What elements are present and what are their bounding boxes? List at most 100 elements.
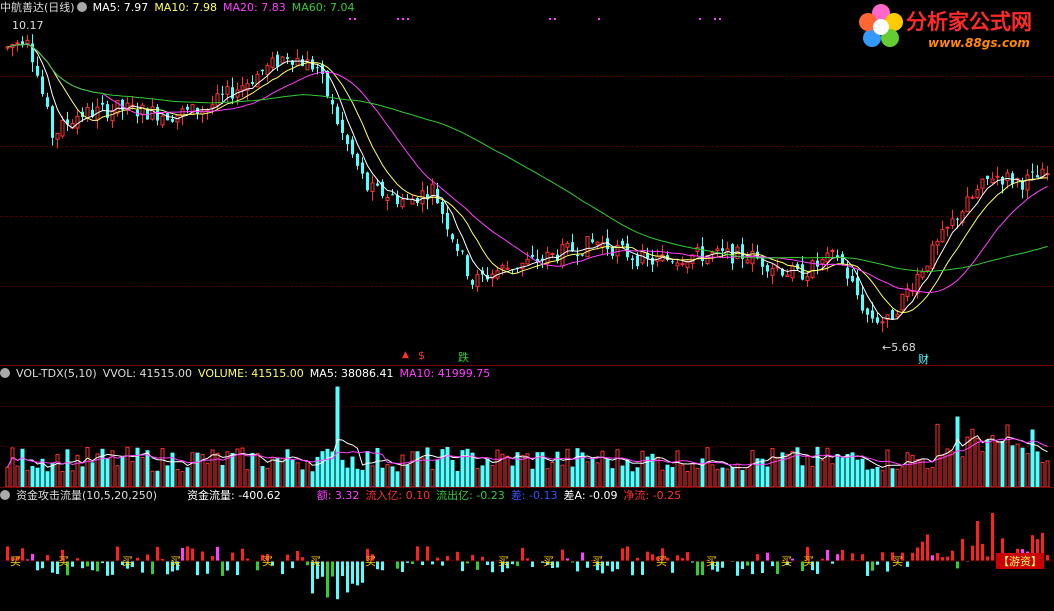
fund-flow-bar <box>236 561 239 576</box>
volume-bar <box>385 464 390 487</box>
fund-flow-bar <box>491 561 494 573</box>
volume-bar <box>695 467 700 487</box>
fund-flow-bar <box>946 556 949 561</box>
candle-body <box>110 110 115 122</box>
candle-body <box>851 275 854 282</box>
menu-circle-icon[interactable] <box>0 490 10 500</box>
fund-flow-bar <box>41 561 44 569</box>
fund-flow-bar <box>586 561 589 568</box>
volume-bar <box>205 462 210 487</box>
fund-flow-chart[interactable]: 买买买买买买买买买买买买买买买 <box>0 488 1054 611</box>
candle-body <box>36 66 39 76</box>
fund-flow-bar <box>381 561 384 571</box>
candle-body <box>171 119 174 122</box>
volume-bar <box>740 469 745 487</box>
volume-bar <box>975 437 980 487</box>
candle-body <box>950 218 955 226</box>
fund-flow-bar <box>426 546 429 561</box>
candle-body <box>651 257 654 265</box>
volume-chart[interactable] <box>0 366 1054 487</box>
fund-flow-bar <box>376 561 379 570</box>
volume-bar <box>860 458 865 487</box>
candle-body <box>621 240 624 246</box>
fund-flow-bar <box>306 561 309 566</box>
candle-body <box>1025 174 1030 191</box>
candle-body <box>461 250 464 252</box>
fund-flow-bar <box>671 561 674 573</box>
fund-flow-panel[interactable]: 买买买买买买买买买买买买买买买 资金攻击流量(10,5,20,250) 资金流量:… <box>0 488 1054 611</box>
volume-bar <box>715 468 720 487</box>
volume-bar <box>515 452 520 487</box>
volume-bar <box>125 446 130 487</box>
buy-signal-label: 买 <box>498 555 509 568</box>
volume-bar <box>565 448 570 487</box>
candle-body <box>55 132 60 140</box>
signal-dot <box>349 18 351 20</box>
fund-flow-bar <box>836 554 839 561</box>
volume-bar <box>45 471 50 487</box>
volume-bar <box>745 466 750 487</box>
fund-flow-bar <box>141 561 144 573</box>
candle-body <box>160 115 165 126</box>
volume-bar <box>300 469 305 487</box>
menu-circle-icon[interactable] <box>76 2 87 12</box>
volume-bar <box>320 451 325 487</box>
fund-flow-bar <box>341 561 344 577</box>
menu-circle-icon[interactable] <box>0 368 10 378</box>
candle-body <box>41 76 44 94</box>
volume-header: VOL-TDX(5,10) VVOL: 41515.00 VOLUME: 41515… <box>0 366 496 382</box>
volume-bar <box>960 456 965 487</box>
volume-bar <box>550 461 555 487</box>
fund-flow-bar <box>346 561 349 593</box>
volume-panel[interactable]: VOL-TDX(5,10) VVOL: 41515.00 VOLUME: 41515… <box>0 366 1054 487</box>
fund-flow-bar <box>721 561 724 568</box>
fund-flow-bar <box>906 561 909 567</box>
fund-flow-bar <box>21 548 24 561</box>
volume-bar <box>670 466 675 487</box>
fund-flow-bar <box>321 561 324 577</box>
volume-bar <box>995 441 1000 487</box>
price-panel[interactable]: 中航善达(日线) MA5: 7.97 MA10: 7.98 MA20: 7.83 MA6… <box>0 0 1054 366</box>
fund-flow-bar <box>981 543 984 561</box>
ma10-line <box>7 43 1048 314</box>
volume-value: VOLUME: 41515.00 <box>198 367 304 380</box>
volume-bar <box>560 464 565 487</box>
volume-bar <box>420 457 425 487</box>
candlestick-chart[interactable] <box>0 0 1054 365</box>
fund-flow-bar <box>776 561 779 575</box>
candle-body <box>675 262 680 267</box>
volume-bar <box>720 467 725 487</box>
volume-bar <box>965 436 970 487</box>
volume-bar <box>730 466 735 487</box>
fund-flow-bar <box>761 561 764 574</box>
fund-flow-bar <box>191 548 194 561</box>
volume-bar <box>880 470 885 487</box>
volume-bar <box>940 454 945 487</box>
fund-diff-a: 差A: -0.09 <box>563 489 618 502</box>
volume-bar <box>510 465 515 487</box>
candle-body <box>446 212 449 230</box>
fund-flow-bar <box>36 561 39 571</box>
volume-bar <box>390 466 395 487</box>
candle-body <box>221 93 224 95</box>
fund-flow-bar <box>851 553 854 561</box>
volume-bar <box>365 450 370 487</box>
fund-flow-bar <box>686 552 689 561</box>
volume-bar <box>230 453 235 487</box>
candle-body <box>636 255 639 267</box>
fund-flow-bar <box>206 561 209 574</box>
volume-bar <box>530 468 535 487</box>
flower-logo-icon <box>859 4 903 47</box>
fund-amount: 额: 3.32 <box>316 489 360 502</box>
volume-bar <box>10 447 15 487</box>
fund-flow-bar <box>441 561 444 566</box>
fund-flow-bar <box>646 551 649 561</box>
candle-body <box>891 310 894 320</box>
volume-bar <box>780 452 785 487</box>
fund-flow-bar <box>701 561 704 576</box>
volume-bar <box>220 464 225 487</box>
site-logo: 分析家公式网 www.88gs.com <box>856 2 1052 52</box>
fund-flow-bar <box>741 561 744 570</box>
volume-bar <box>50 462 55 487</box>
volume-bar <box>1020 447 1025 487</box>
